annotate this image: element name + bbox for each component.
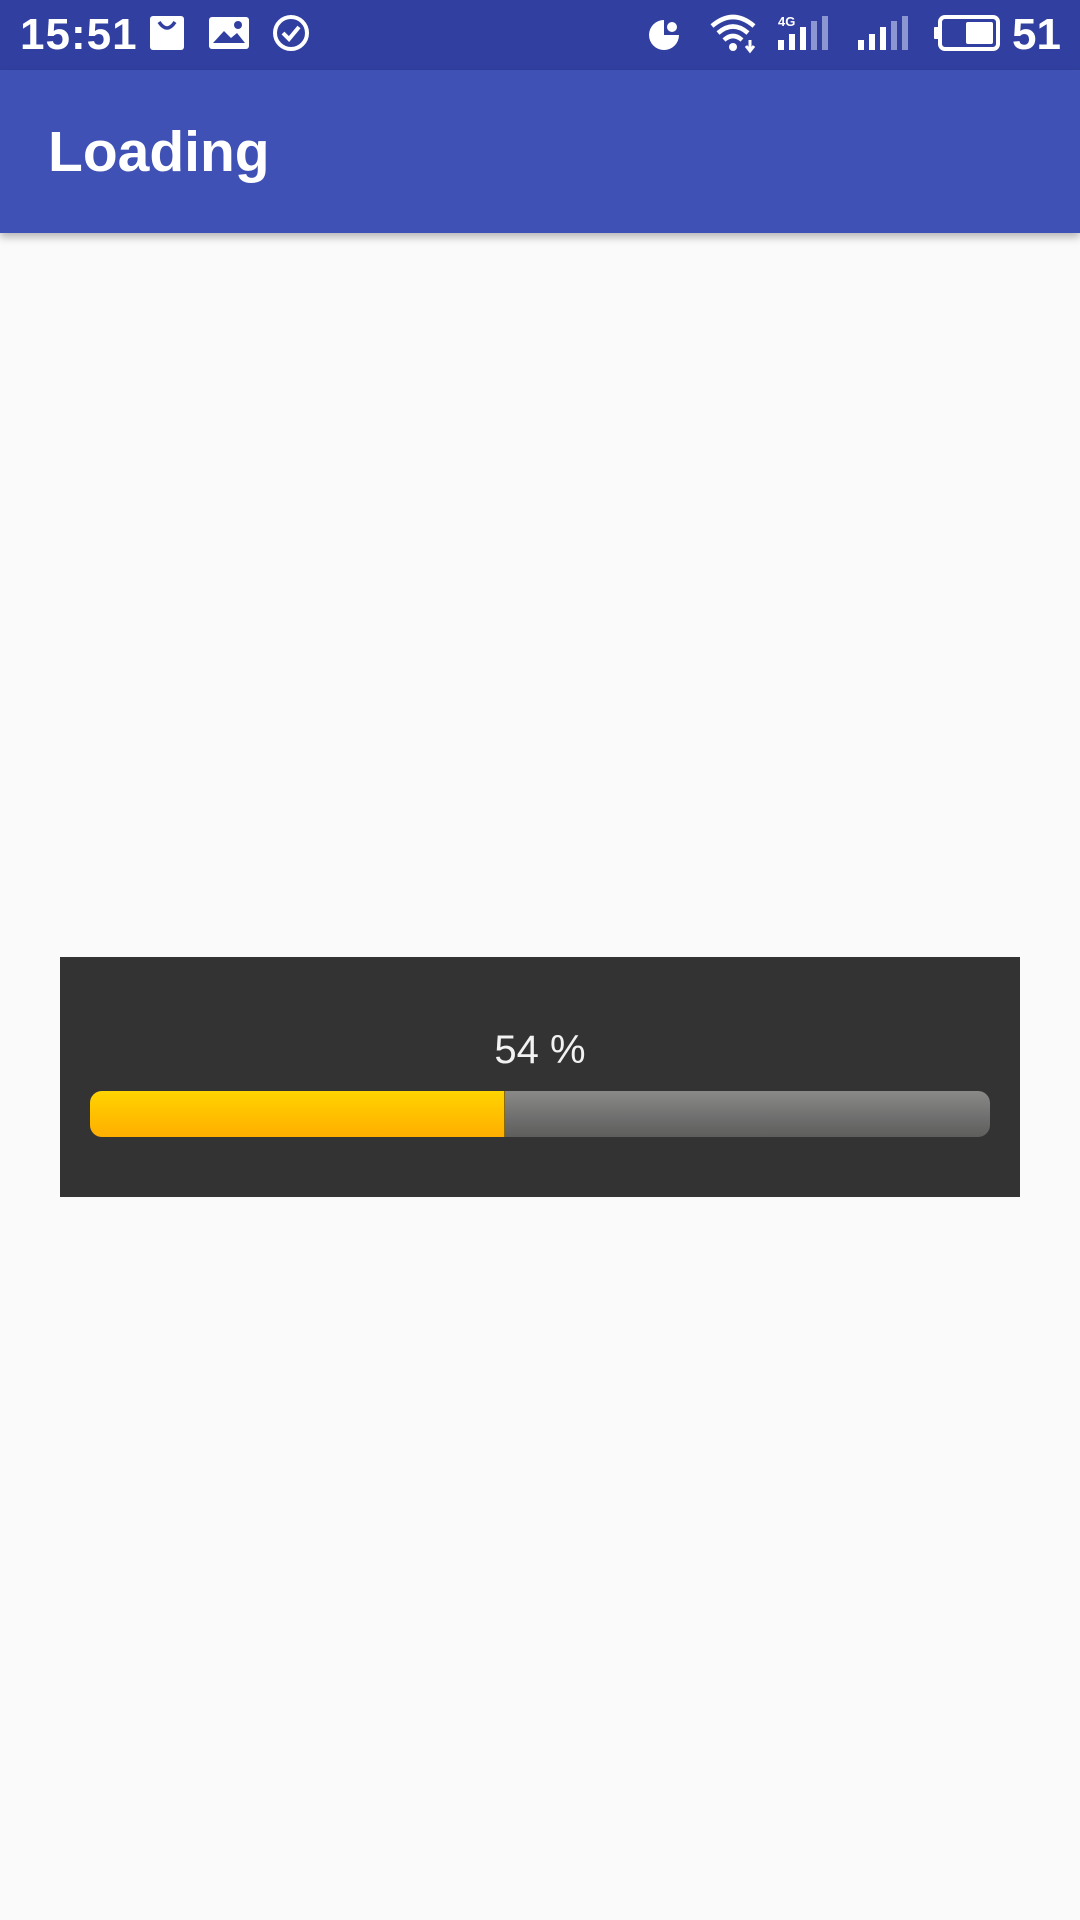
battery-icon: [934, 15, 1000, 51]
status-time: 15:51: [20, 10, 138, 59]
svg-text:4G: 4G: [778, 14, 795, 29]
data-saver-icon: [649, 20, 679, 50]
battery-level: 51: [1012, 10, 1061, 59]
status-bar: 15:51 4G 51: [0, 0, 1080, 70]
shopping-bag-icon: [150, 16, 184, 50]
wifi-icon: [710, 14, 756, 54]
image-icon: [209, 17, 249, 49]
progress-dialog: 54 %: [60, 957, 1020, 1197]
progress-percent-label: 54 %: [494, 1028, 586, 1072]
cellular-signal-icon: [858, 16, 908, 50]
page-title: Loading: [48, 120, 270, 184]
progress-bar-track: [90, 1091, 990, 1137]
progress-bar-fill: [90, 1091, 504, 1137]
cellular-signal-4g-icon: 4G: [778, 14, 828, 50]
check-circle-icon: [273, 15, 309, 51]
app-bar: Loading: [0, 70, 1080, 233]
